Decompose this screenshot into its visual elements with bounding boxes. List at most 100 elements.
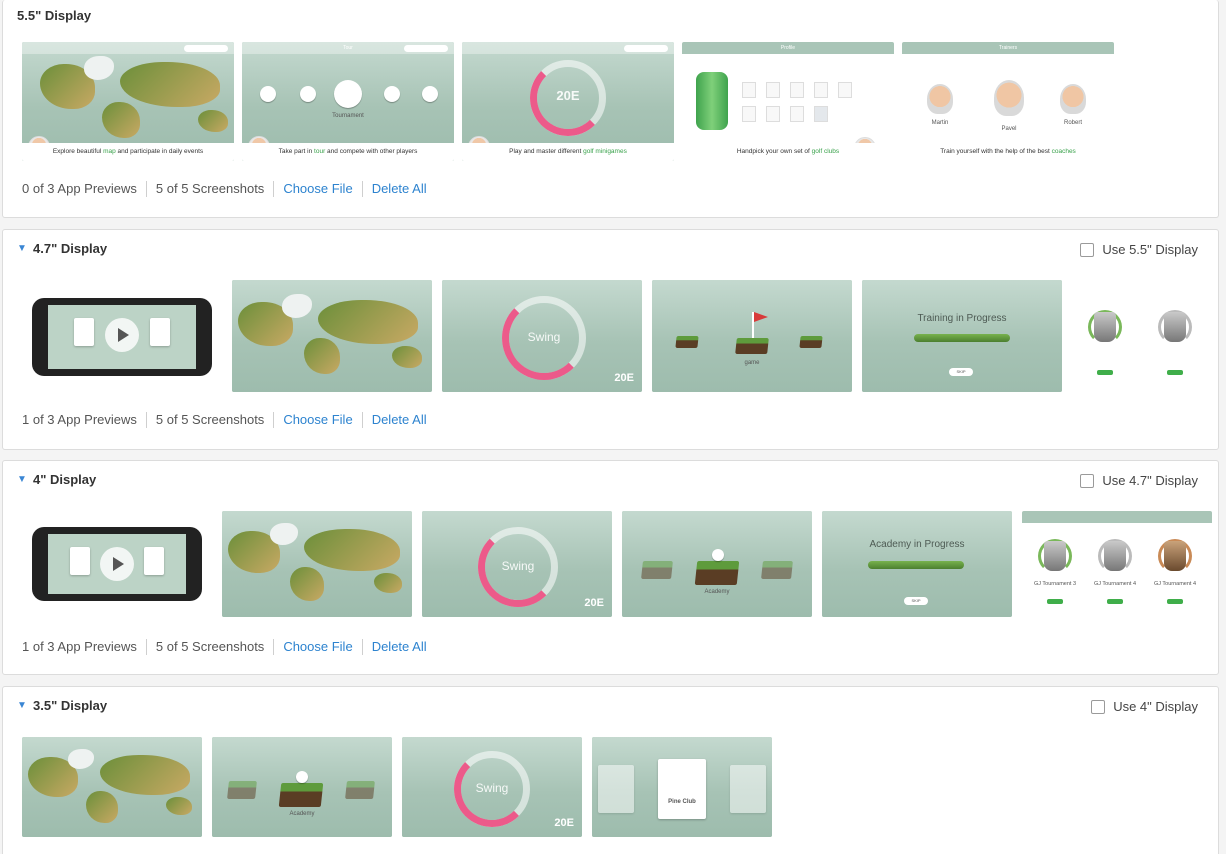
- screenshots-count: 5 of 5 Screenshots: [147, 639, 275, 655]
- trainer-name: Martin: [931, 120, 949, 126]
- thumb-caption: Explore beautiful map and participate in…: [22, 143, 234, 161]
- thumb-caption: Play and master different golf minigames: [462, 143, 674, 161]
- trophy-button: [1167, 599, 1183, 604]
- app-preview-thumbnail[interactable]: [22, 280, 222, 392]
- thumb-caption: Handpick your own set of golf clubs: [682, 143, 894, 161]
- screenshot-thumbnail[interactable]: [22, 737, 202, 837]
- progress-bar: [914, 334, 1010, 342]
- use-larger-display-option[interactable]: Use 5.5" Display: [1080, 242, 1198, 257]
- use-larger-display-option[interactable]: Use 4.7" Display: [1080, 473, 1198, 488]
- swing-label: Swing: [501, 559, 535, 573]
- use-display-checkbox[interactable]: [1091, 699, 1106, 714]
- screenshot-thumbnail[interactable]: Academy: [212, 737, 392, 837]
- app-previews-count: 1 of 3 App Previews: [22, 412, 147, 428]
- club-slot: [790, 106, 804, 122]
- tile-label: Academy: [289, 811, 315, 817]
- tour-label: Tournament: [332, 113, 364, 119]
- use-display-label[interactable]: Use 4.7" Display: [1102, 473, 1198, 488]
- app-preview-thumbnail[interactable]: [22, 511, 212, 617]
- display-section-4: ▼ 4" Display Use 4.7" Display Swing 20E …: [2, 460, 1219, 675]
- thumb-header-label: Trainers: [998, 45, 1018, 51]
- tile-label: Academy: [704, 589, 730, 595]
- preview-card: [150, 318, 170, 346]
- trainer-avatar: [927, 84, 953, 114]
- screenshot-strip: Explore beautiful map and participate in…: [22, 42, 1218, 162]
- choose-file-link[interactable]: Choose File: [274, 412, 363, 428]
- section-title[interactable]: ▼ 3.5" Display: [17, 698, 107, 713]
- club-card: [598, 765, 634, 813]
- screenshot-strip: Academy Swing 20E Pine Club: [22, 737, 1218, 839]
- app-previews-count: 0 of 3 App Previews: [22, 181, 147, 197]
- club-card: [730, 765, 766, 813]
- swing-label: Swing: [527, 330, 561, 344]
- trophy-icon: [1104, 541, 1126, 571]
- screenshot-thumbnail[interactable]: Trainers Martin Pavel Robert Train yours…: [902, 42, 1114, 161]
- screenshot-thumbnail[interactable]: game: [652, 280, 852, 392]
- section-title: 5.5" Display: [17, 8, 91, 23]
- map-continent: [166, 797, 192, 815]
- chevron-down-icon[interactable]: ▼: [17, 474, 31, 485]
- chevron-down-icon[interactable]: ▼: [17, 243, 31, 254]
- play-icon[interactable]: [100, 547, 134, 581]
- section-title[interactable]: ▼ 4" Display: [17, 472, 96, 487]
- screenshots-count: 5 of 5 Screenshots: [147, 412, 275, 428]
- trophy-button: [1107, 599, 1123, 604]
- play-icon[interactable]: [105, 318, 139, 352]
- score-text: 20E: [584, 597, 604, 609]
- tour-node: [384, 86, 400, 102]
- screenshot-thumbnail[interactable]: [232, 280, 432, 392]
- use-larger-display-option[interactable]: Use 4" Display: [1091, 699, 1198, 714]
- club-slot: [766, 82, 780, 98]
- screenshot-thumbnail[interactable]: Academy: [622, 511, 812, 617]
- use-display-checkbox[interactable]: [1080, 473, 1095, 488]
- screenshot-thumbnail[interactable]: Tour Tournament Take part in tour and co…: [242, 42, 454, 161]
- screenshot-thumbnail[interactable]: [222, 511, 412, 617]
- club-slot: [742, 106, 756, 122]
- screenshot-thumbnail[interactable]: Swing 20E: [422, 511, 612, 617]
- thumb-pill: [184, 45, 228, 52]
- trophy-icon: [1044, 541, 1066, 571]
- trainer-name: Pavel: [1001, 126, 1017, 132]
- delete-all-link[interactable]: Delete All: [363, 639, 436, 655]
- skip-button: SKIP: [904, 597, 928, 605]
- use-display-checkbox[interactable]: [1080, 242, 1095, 257]
- club-slot: [790, 82, 804, 98]
- section-title[interactable]: ▼ 4.7" Display: [17, 241, 107, 256]
- section-title-text: 4" Display: [33, 472, 97, 487]
- flag-icon: [752, 312, 768, 338]
- screenshot-strip: Swing 20E Academy Academy in Progress SK…: [22, 511, 1218, 619]
- screenshot-thumbnail[interactable]: 20E Play and master different golf minig…: [462, 42, 674, 161]
- screenshot-strip: Swing 20E game Training in Progress SKIP: [22, 280, 1218, 394]
- score-text: 20E: [554, 817, 574, 829]
- chevron-down-icon[interactable]: ▼: [17, 700, 31, 711]
- screenshot-thumbnail[interactable]: Pine Club: [592, 737, 772, 837]
- delete-all-link[interactable]: Delete All: [363, 181, 436, 197]
- screenshot-thumbnail[interactable]: Swing 20E: [402, 737, 582, 837]
- tour-node: [422, 86, 438, 102]
- grass-tile: [675, 336, 699, 348]
- screenshot-thumbnail[interactable]: Explore beautiful map and participate in…: [22, 42, 234, 161]
- screenshot-thumbnail[interactable]: Academy in Progress SKIP: [822, 511, 1012, 617]
- preview-card: [70, 547, 90, 575]
- screenshot-thumbnail[interactable]: Profile Handpick your own set of golf cl…: [682, 42, 894, 161]
- choose-file-link[interactable]: Choose File: [274, 181, 363, 197]
- screenshot-thumbnail[interactable]: GJ Tournament 3 GJ Tournament 4 GJ Tourn…: [1022, 511, 1212, 617]
- tournament-label: GJ Tournament 3: [1033, 581, 1077, 587]
- tour-node-active: [334, 80, 362, 108]
- thumb-header-label: Profile: [780, 45, 796, 51]
- display-section-5-5: 5.5" Display Explore beautiful map and p…: [2, 0, 1219, 218]
- golf-ball-icon: [296, 771, 308, 783]
- grass-tile: [761, 561, 793, 579]
- screenshot-thumbnail[interactable]: Swing 20E: [442, 280, 642, 392]
- use-display-label[interactable]: Use 5.5" Display: [1102, 242, 1198, 257]
- progress-bar: [868, 561, 964, 569]
- trophy-icon: [1094, 312, 1116, 342]
- choose-file-link[interactable]: Choose File: [274, 639, 363, 655]
- delete-all-link[interactable]: Delete All: [363, 412, 436, 428]
- grass-tile: [227, 781, 257, 799]
- club-slot: [766, 106, 780, 122]
- section-title-text: 3.5" Display: [33, 698, 108, 713]
- screenshot-thumbnail[interactable]: [1072, 280, 1218, 392]
- screenshot-thumbnail[interactable]: Training in Progress SKIP: [862, 280, 1062, 392]
- use-display-label[interactable]: Use 4" Display: [1113, 699, 1198, 714]
